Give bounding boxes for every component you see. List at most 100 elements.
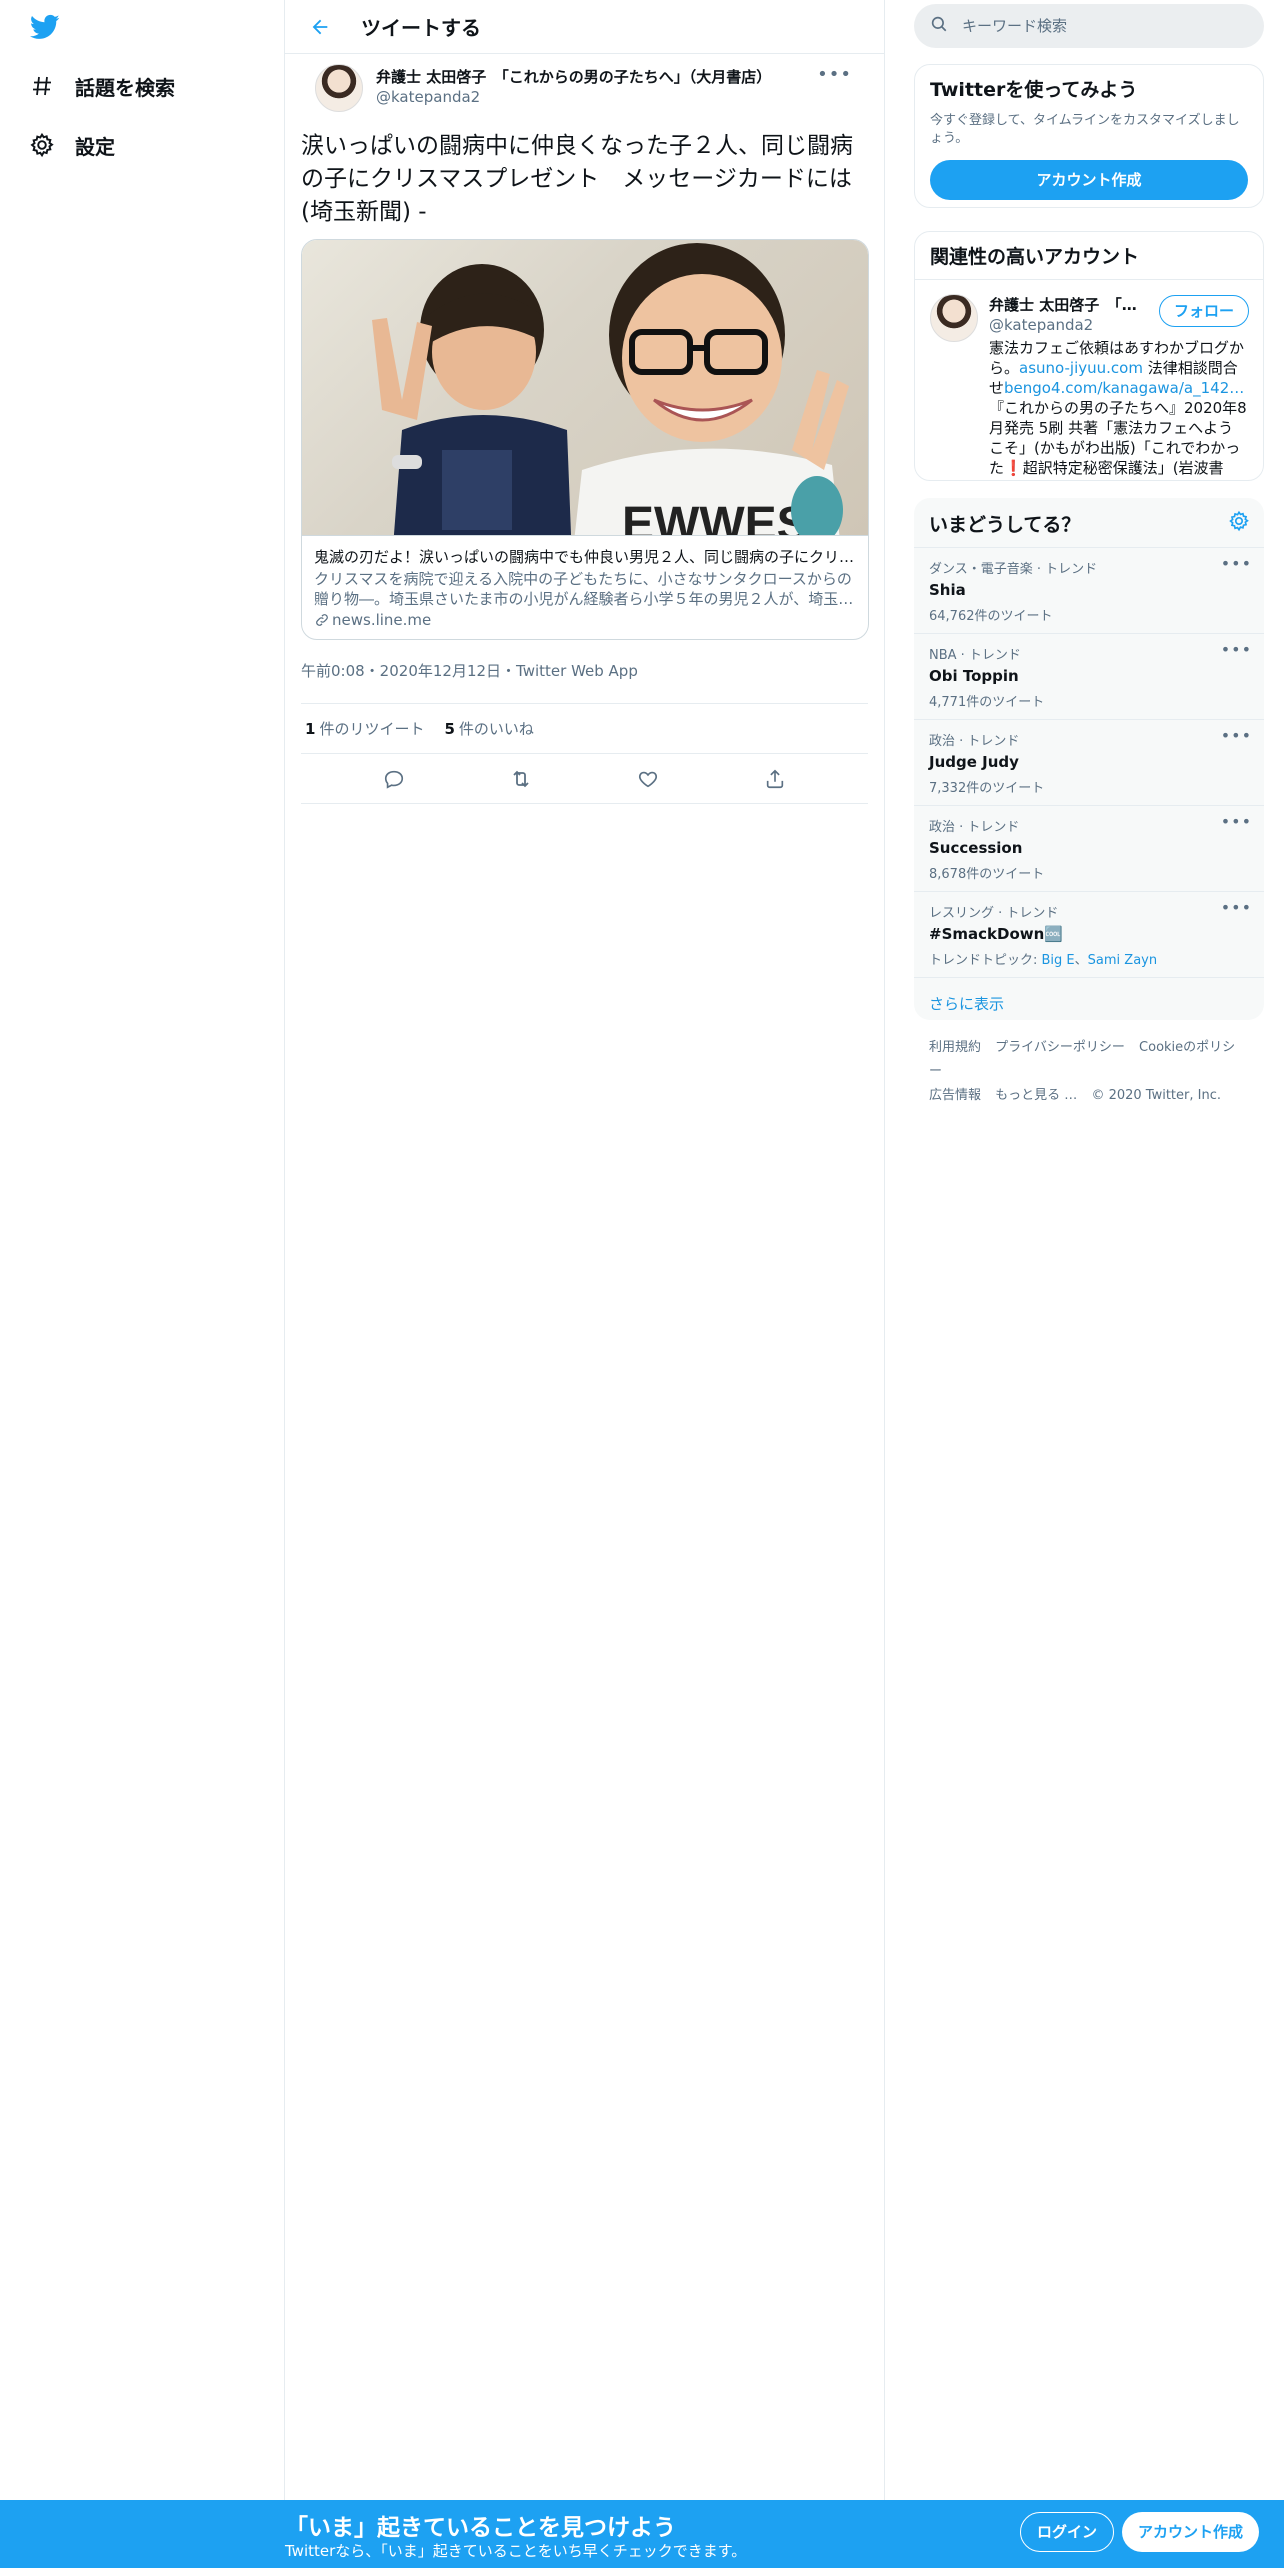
trends-panel: いまどうしてる？ ダンス・電子音楽 · トレンド Shia 64,762件のツイ… — [914, 498, 1264, 1020]
bottom-bar-subtitle: Twitterなら、「いま」起きていることをいち早くチェックできます。 — [285, 2542, 747, 2560]
author-handle[interactable]: @katepanda2 — [376, 88, 480, 106]
retweet-icon[interactable] — [501, 759, 541, 799]
bottom-signup-bar: 「いま」起きていることを見つけよう Twitterなら、「いま」起きていることを… — [0, 2500, 1284, 2568]
more-options-icon[interactable]: ••• — [1221, 898, 1252, 917]
trend-item[interactable]: レスリング · トレンド #SmackDown🆒 トレンドトピック: Big E… — [914, 892, 1264, 978]
more-options-icon[interactable]: ••• — [817, 64, 852, 85]
reply-icon[interactable] — [374, 759, 414, 799]
copyright: © 2020 Twitter, Inc. — [1091, 1088, 1221, 1103]
card-image[interactable]: EWWEST — [302, 240, 868, 535]
trend-count: 4,771件のツイート — [929, 695, 1045, 710]
trend-context: レスリング · トレンド — [929, 906, 1059, 921]
search-input[interactable] — [962, 17, 1222, 35]
login-button[interactable]: ログイン — [1020, 2512, 1115, 2552]
trend-count: 7,332件のツイート — [929, 781, 1045, 796]
follow-button[interactable]: フォロー — [1158, 295, 1249, 327]
nav-settings-label: 設定 — [75, 134, 115, 159]
signup-panel: Twitterを使ってみよう 今すぐ登録して、タイムラインをカスタマイズしましょ… — [914, 64, 1264, 208]
nav-settings[interactable]: 設定 — [28, 125, 115, 165]
card-domain-text: news.line.me — [332, 611, 432, 629]
signup-description: 今すぐ登録して、タイムラインをカスタマイズしましょう。 — [930, 113, 1240, 146]
trend-topic-link[interactable]: Big E — [1042, 953, 1075, 968]
author-name[interactable]: 弁護士 太田啓子 「これからの男の子たちへ」（大月書店） — [376, 66, 771, 87]
card-domain: news.line.me — [314, 611, 856, 629]
avatar[interactable] — [315, 64, 363, 112]
trend-count: 64,762件のツイート — [929, 609, 1053, 624]
tweet-text: 涙いっぱいの闘病中に仲良くなった子２人、同じ闘病の子にクリスマスプレゼント メッ… — [301, 133, 853, 225]
trends-title: いまどうしてる？ — [929, 514, 1081, 536]
footer-link[interactable]: もっと見る … — [995, 1088, 1077, 1103]
more-options-icon[interactable]: ••• — [1221, 812, 1252, 831]
tweet: 弁護士 太田啓子 「これからの男の子たちへ」（大月書店） @katepanda2… — [285, 54, 884, 804]
nav-explore-label: 話題を検索 — [75, 75, 175, 100]
more-options-icon[interactable]: ••• — [1221, 726, 1252, 745]
trend-context: 政治 · トレンド — [929, 820, 1020, 835]
retweets-count: 1 — [305, 720, 316, 738]
like-icon[interactable] — [628, 759, 668, 799]
arrow-left-icon — [312, 19, 328, 34]
gear-icon — [28, 131, 56, 159]
main-column: ツイートする 弁護士 太田啓子 「これからの男の子たちへ」（大月書店） @kat… — [285, 0, 885, 2568]
card-description: クリスマスを病院で迎える入院中の子どもたちに、小さなサンタクロースからの贈り物―… — [314, 570, 854, 608]
signup-button[interactable]: アカウント作成 — [1122, 2512, 1260, 2552]
trend-item[interactable]: ダンス・電子音楽 · トレンド Shia 64,762件のツイート ••• — [914, 548, 1264, 634]
bio-link[interactable]: asuno-jiyuu.com — [1019, 359, 1143, 377]
avatar[interactable] — [930, 294, 978, 342]
account-name[interactable]: 弁護士 太田啓子 「… — [989, 294, 1149, 315]
bottom-bar-title: 「いま」起きていることを見つけよう — [285, 2515, 676, 2541]
photo-boy-left — [372, 264, 572, 535]
footer-link[interactable]: プライバシーポリシー — [995, 1040, 1125, 1055]
trend-name: Shia — [929, 581, 966, 599]
signup-title: Twitterを使ってみよう — [930, 79, 1138, 101]
trend-item[interactable]: 政治 · トレンド Succession 8,678件のツイート ••• — [914, 806, 1264, 892]
retweets-stat[interactable]: 1 件のリツイート — [305, 718, 424, 739]
trend-hashtag: #SmackDown — [929, 925, 1045, 943]
trend-topic-link[interactable]: Sami Zayn — [1088, 953, 1157, 968]
link-card[interactable]: EWWEST 鬼滅の刃だよ！涙いっぱいの闘病中でも仲良い男児２人、同じ闘病の子に… — [301, 239, 869, 640]
search-box[interactable] — [914, 4, 1264, 48]
more-options-icon[interactable]: ••• — [1221, 640, 1252, 659]
show-more-link[interactable]: さらに表示 — [914, 978, 1264, 1020]
account-handle[interactable]: @katepanda2 — [989, 316, 1093, 334]
card-title: 鬼滅の刃だよ！涙いっぱいの闘病中でも仲良い男児２人、同じ闘病の子にクリ… — [314, 548, 855, 566]
account-bio: 憲法カフェご依頼はあすわかブログから。asuno-jiyuu.com 法律相談問… — [989, 338, 1248, 480]
cool-emoji-icon: 🆒 — [1044, 925, 1063, 943]
trend-item[interactable]: NBA · トレンド Obi Toppin 4,771件のツイート ••• — [914, 634, 1264, 720]
more-options-icon[interactable]: ••• — [1221, 554, 1252, 573]
tweet-meta[interactable]: 午前0:08・2020年12月12日・Twitter Web App — [301, 654, 868, 704]
likes-count: 5 — [444, 720, 455, 738]
left-nav: 話題を検索 設定 — [0, 0, 285, 2568]
trend-context: NBA · トレンド — [929, 648, 1021, 663]
trend-context: 政治 · トレンド — [929, 734, 1020, 749]
trend-count: 8,678件のツイート — [929, 867, 1045, 882]
share-icon[interactable] — [755, 759, 795, 799]
trend-name: Judge Judy — [929, 753, 1019, 771]
back-button[interactable] — [305, 12, 335, 42]
footer-links: 利用規約 プライバシーポリシー Cookieのポリシー 広告情報 もっと見る …… — [914, 1036, 1264, 1108]
footer-link[interactable]: 広告情報 — [929, 1088, 981, 1103]
exclamation-emoji-icon: ❗ — [1004, 459, 1023, 477]
page-title: ツイートする — [361, 16, 481, 40]
trends-header: いまどうしてる？ — [914, 498, 1264, 548]
photo-boy-right: EWWEST — [574, 243, 849, 535]
trend-topics-label: トレンドトピック: — [929, 953, 1042, 968]
trend-item[interactable]: 政治 · トレンド Judge Judy 7,332件のツイート ••• — [914, 720, 1264, 806]
bio-link[interactable]: bengo4.com/kanagawa/a_142… — [1004, 379, 1244, 397]
trend-name: #SmackDown🆒 — [929, 925, 1249, 943]
search-icon — [930, 15, 948, 37]
likes-label: 件のいいね — [458, 720, 534, 738]
trend-name: Succession — [929, 839, 1023, 857]
likes-stat[interactable]: 5 件のいいね — [444, 718, 533, 739]
tweet-stats: 1 件のリツイート 5 件のいいね — [301, 704, 868, 754]
create-account-button[interactable]: アカウント作成 — [930, 160, 1248, 200]
tweet-actions — [301, 754, 868, 804]
nav-explore[interactable]: 話題を検索 — [28, 66, 175, 106]
bio-text: 超訳特定秘密保護法」(岩波書店)。 — [989, 459, 1224, 480]
page-header: ツイートする — [285, 0, 884, 54]
trends-settings-gear-icon[interactable] — [1228, 510, 1252, 534]
twitter-logo-icon[interactable] — [28, 12, 62, 42]
footer-link[interactable]: 利用規約 — [929, 1040, 981, 1055]
related-title: 関連性の高いアカウント — [915, 232, 1263, 280]
trend-context: ダンス・電子音楽 · トレンド — [929, 562, 1098, 577]
related-account[interactable]: 弁護士 太田啓子 「… @katepanda2 フォロー 憲法カフェご依頼はあす… — [915, 280, 1263, 480]
